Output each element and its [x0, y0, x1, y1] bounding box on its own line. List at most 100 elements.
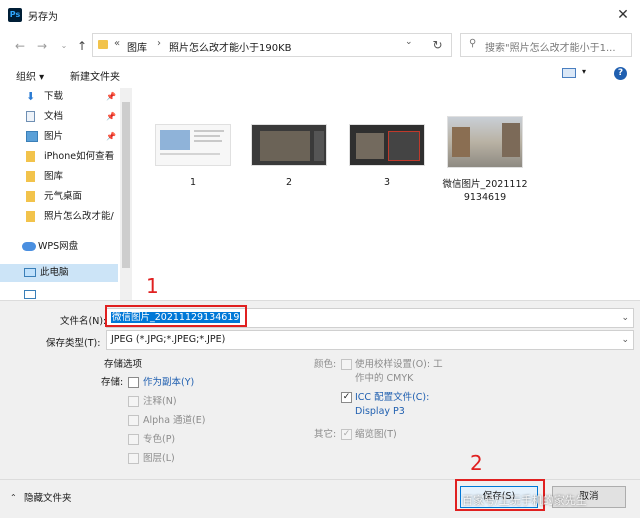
layers-checkbox[interactable] [128, 453, 139, 464]
hide-folders-toggle[interactable]: 隐藏文件夹 [24, 493, 72, 505]
address-bar[interactable]: « 图库 › 照片怎么改才能小于190KB ⌄ [92, 33, 452, 57]
navigation-pane: ⬇ 下载 📌 文档 📌 图片 📌 iPhone如何查看 图库 元气桌面 照片怎么… [0, 88, 134, 300]
sidebar-item-this-pc[interactable]: 此电脑 [0, 264, 118, 282]
file-thumbnail [447, 116, 523, 168]
search-box[interactable]: ⚲ 搜索"照片怎么改才能小于1... [460, 33, 632, 57]
refresh-button[interactable]: ↻ [424, 33, 452, 57]
use-proof-label-line2: 作中的 CMYK [355, 373, 414, 384]
folder-icon [26, 171, 35, 182]
file-thumbnail [349, 124, 425, 166]
folder-icon [26, 211, 35, 222]
photoshop-app-icon: Ps [8, 8, 22, 22]
file-item[interactable]: 1 [150, 124, 236, 189]
notes-label: 注释(N) [143, 396, 177, 407]
filetype-select[interactable]: JPEG (*.JPG;*.JPEG;*.JPE) ⌄ [106, 330, 634, 350]
spot-color-label: 专色(P) [143, 434, 176, 445]
folder-icon [26, 191, 35, 202]
filetype-dropdown-chevron-icon[interactable]: ⌄ [621, 331, 629, 349]
sidebar-item-label: 此电脑 [40, 267, 69, 278]
as-copy-label: 作为副本(Y) [143, 377, 195, 388]
sidebar-item-documents[interactable]: 文档 📌 [0, 108, 118, 126]
filename-dropdown-chevron-icon[interactable]: ⌄ [621, 309, 629, 327]
sidebar-item-label: 下载 [44, 91, 64, 102]
sidebar-item-folder[interactable]: iPhone如何查看 [0, 148, 118, 166]
file-thumbnail [251, 124, 327, 166]
window-title: 另存为 [28, 12, 58, 23]
recent-locations-chevron-icon[interactable]: ⌄ [56, 38, 72, 54]
watermark: 百家号/王玩手机的家先生 [462, 494, 587, 507]
sidebar-item-label: 照片怎么改才能/ [44, 211, 114, 222]
view-chevron-icon[interactable]: ▾ [582, 67, 586, 76]
search-icon: ⚲ [469, 38, 477, 49]
up-arrow-icon[interactable]: ↑ [74, 38, 90, 54]
filename-label: 文件名(N): [60, 316, 107, 327]
pin-icon: 📌 [106, 92, 116, 101]
thumbnail-label: 缩览图(T) [355, 429, 397, 440]
filetype-value: JPEG (*.JPG;*.JPEG;*.JPE) [111, 334, 226, 345]
save-options-title: 存储选项 [104, 359, 143, 370]
download-icon: ⬇ [26, 90, 36, 103]
use-proof-checkbox[interactable] [341, 359, 352, 370]
address-dropdown-chevron-icon[interactable]: ⌄ [405, 37, 413, 47]
folder-icon [26, 151, 35, 162]
sidebar-item-label: 文档 [44, 111, 64, 122]
use-proof-label: 使用校样设置(O): 工 [355, 359, 443, 370]
file-item[interactable]: 3 [344, 124, 430, 189]
pin-icon: 📌 [106, 132, 116, 141]
sidebar-item-label: iPhone如何查看 [44, 151, 115, 162]
document-icon [26, 111, 35, 122]
sidebar-item-folder[interactable]: 照片怎么改才能/ [0, 208, 118, 226]
title-bar: Ps 另存为 ✕ [0, 0, 640, 30]
annotation-marker-2: 2 [470, 451, 483, 475]
alpha-checkbox[interactable] [128, 415, 139, 426]
other-label: 其它: [314, 429, 337, 440]
view-options-icon[interactable] [562, 68, 576, 78]
pin-icon: 📌 [106, 112, 116, 121]
breadcrumb-item[interactable]: 图库 [127, 39, 147, 54]
sidebar-item-downloads[interactable]: ⬇ 下载 📌 [0, 88, 118, 106]
breadcrumb-item[interactable]: 照片怎么改才能小于190KB [169, 39, 292, 54]
icc-profile-checkbox[interactable]: ✓ [341, 392, 352, 403]
thumbnail-checkbox[interactable]: ✓ [341, 429, 352, 440]
file-name: 微信图片_20211129134619 [442, 179, 528, 203]
file-list: 1 2 3 微信图片_20211129134619 [136, 88, 640, 300]
file-name: 2 [285, 177, 293, 188]
search-placeholder: 搜索"照片怎么改才能小于1... [485, 43, 616, 54]
sidebar-item-folder[interactable]: 图库 [0, 168, 118, 186]
annotation-marker-1: 1 [146, 274, 159, 298]
help-icon[interactable]: ? [614, 67, 627, 80]
computer-icon [24, 268, 36, 277]
spot-color-checkbox[interactable] [128, 434, 139, 445]
sidebar-item-folder[interactable]: 元气桌面 [0, 188, 118, 206]
storage-label: 存储: [101, 377, 124, 388]
icc-profile-value: Display P3 [355, 406, 405, 417]
sidebar-item-label: 图片 [44, 131, 64, 142]
file-name: 1 [189, 177, 197, 188]
pictures-icon [26, 131, 38, 142]
sidebar-item-pictures[interactable]: 图片 📌 [0, 128, 118, 146]
filetype-label: 保存类型(T): [46, 338, 101, 349]
collapse-chevron-icon[interactable]: ⌃ [10, 493, 17, 502]
alpha-label: Alpha 通道(E) [143, 415, 206, 426]
layers-label: 图层(L) [143, 453, 175, 464]
color-label: 颜色: [314, 359, 337, 370]
close-button[interactable]: ✕ [612, 4, 634, 26]
cloud-icon [22, 242, 36, 251]
back-arrow-icon[interactable]: ← [12, 38, 28, 54]
new-folder-button[interactable]: 新建文件夹 [70, 68, 120, 83]
organize-menu[interactable]: 组织 ▾ [16, 68, 44, 83]
breadcrumb-separator-icon: › [157, 38, 161, 49]
sidebar-item-network[interactable] [0, 286, 118, 300]
file-item[interactable]: 2 [246, 124, 332, 189]
forward-arrow-icon[interactable]: → [34, 38, 50, 54]
sidebar-item-wps-cloud[interactable]: WPS网盘 [0, 238, 118, 256]
file-name: 3 [383, 177, 391, 188]
path-overflow-glyph[interactable]: « [114, 38, 120, 49]
sidebar-item-label: 图库 [44, 171, 64, 182]
file-item[interactable]: 微信图片_20211129134619 [442, 116, 528, 204]
as-copy-checkbox[interactable] [128, 377, 139, 388]
file-thumbnail [155, 124, 231, 166]
notes-checkbox[interactable] [128, 396, 139, 407]
toolbar: 组织 ▾ 新建文件夹 ▾ ? [0, 62, 640, 86]
sidebar-scrollbar-thumb[interactable] [122, 102, 130, 268]
